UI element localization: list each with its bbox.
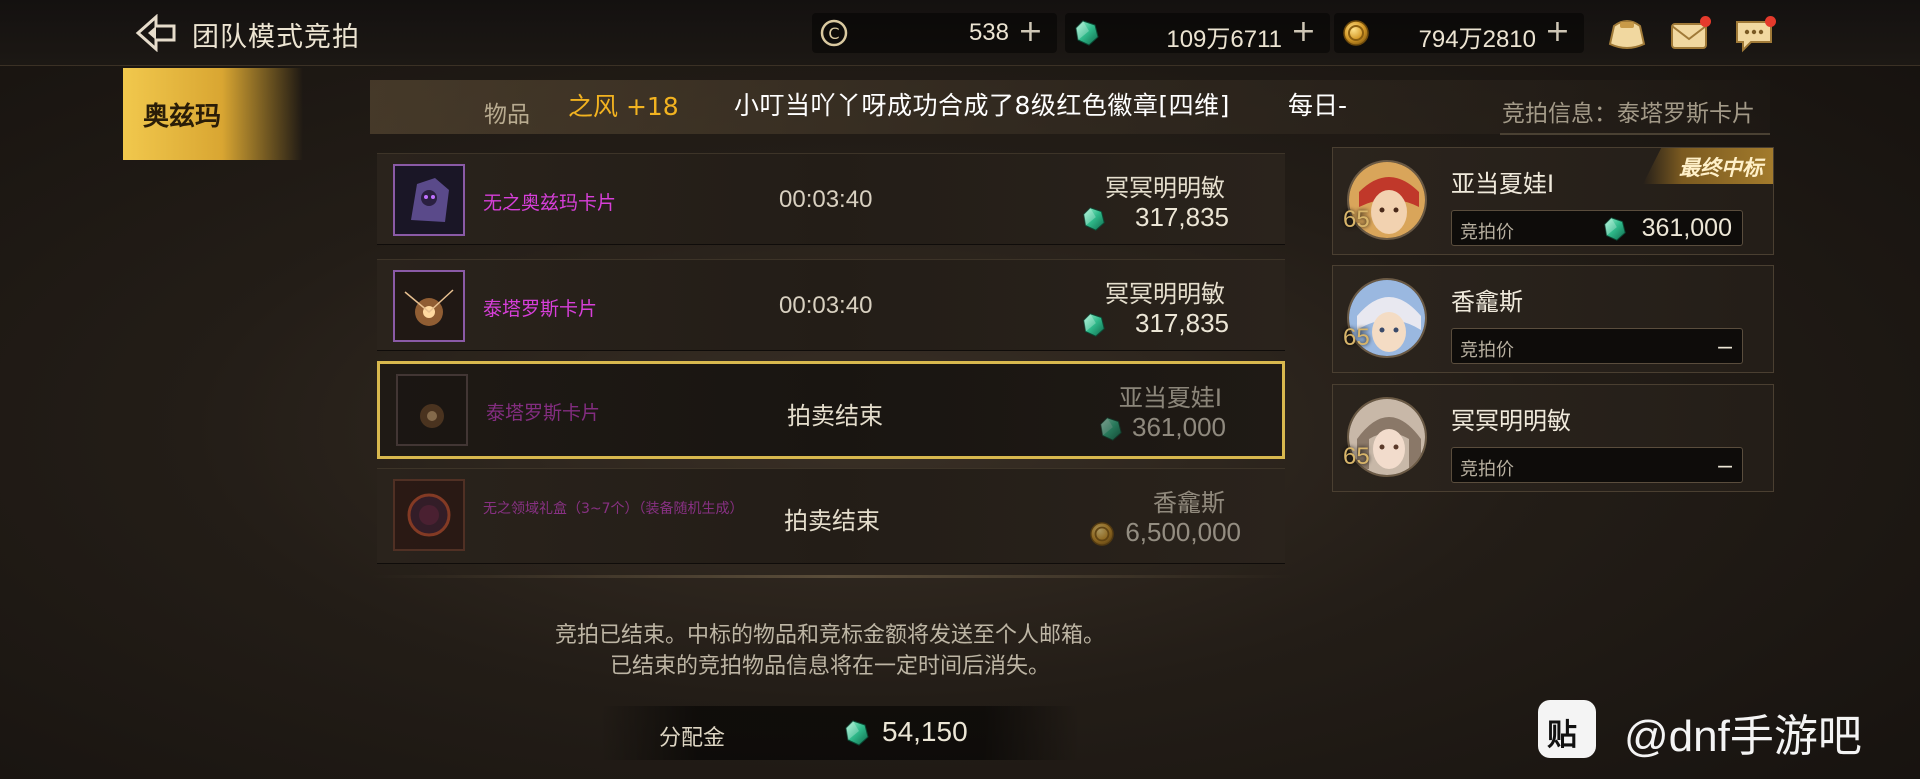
winner-name: 亚当夏娃I <box>1118 384 1222 412</box>
player-level: 65 <box>1343 443 1370 470</box>
currency-gold-value: 794万2810 <box>1418 26 1536 53</box>
tab-ozma-label: 奥兹玛 <box>143 102 222 132</box>
item-name: 泰塔罗斯卡片 <box>486 402 601 424</box>
currency-c-counter: C 538 + <box>812 13 1057 53</box>
green-gem-icon <box>1602 216 1628 242</box>
watermark-text: @dnf手游吧 <box>1624 712 1862 761</box>
item-thumbnail <box>393 270 465 342</box>
mail-notification-dot <box>1700 16 1711 27</box>
item-name: 无之领域礼盒（3~7个）（装备随机生成） <box>483 501 744 517</box>
item-name: 泰塔罗斯卡片 <box>483 298 598 320</box>
green-gem-icon <box>1098 416 1124 442</box>
top-bar: 团队模式竞拍 C 538 + 109万6711 + 794万2810 + <box>0 0 1920 66</box>
green-gem-icon <box>1073 19 1101 47</box>
player-name: 亚当夏娃I <box>1451 170 1555 198</box>
currency-gem-value: 109万6711 <box>1166 26 1282 53</box>
current-price: 317,835 <box>1135 202 1229 232</box>
bidder-card: 65 香龕斯 竞拍价 – <box>1332 265 1774 373</box>
header-divider <box>1500 133 1770 135</box>
item-thumbnail <box>393 479 465 551</box>
notice-line-2: 已结束的竞拍物品信息将在一定时间后消失。 <box>609 654 1050 679</box>
bid-price-box: 竞拍价 361,000 <box>1451 210 1743 246</box>
list-divider <box>372 575 1292 578</box>
bidder-card: 65 冥冥明明敏 竞拍价 – <box>1332 384 1774 492</box>
auction-row[interactable]: 无之领域礼盒（3~7个）（装备随机生成） 拍卖结束 香龕斯 6,500,000 <box>377 468 1285 564</box>
bid-price-value: – <box>1718 332 1732 360</box>
tab-ozma[interactable]: 奥兹玛 <box>123 68 303 160</box>
top-bidder-name: 冥冥明明敏 <box>1105 174 1225 202</box>
column-item-label: 物品 <box>484 102 530 128</box>
wallet-icon[interactable] <box>1606 14 1648 54</box>
allocation-label: 分配金 <box>659 726 726 751</box>
add-gem-button[interactable]: + <box>1291 14 1316 49</box>
player-level: 65 <box>1343 206 1370 233</box>
final-price: 6,500,000 <box>1125 517 1241 547</box>
bid-price-label: 竞拍价 <box>1460 340 1514 361</box>
countdown-timer: 00:03:40 <box>779 186 873 213</box>
chat-icon[interactable] <box>1733 14 1776 54</box>
broadcast-ticker-message: 小叮当吖丫呀成功合成了8级红色徽章[四维] <box>734 91 1230 120</box>
green-gem-icon <box>1081 312 1107 338</box>
player-level: 65 <box>1343 324 1370 351</box>
player-name: 香龕斯 <box>1451 288 1523 316</box>
svg-text:C: C <box>828 24 839 43</box>
item-thumbnail <box>393 164 465 236</box>
allocation-value: 54,150 <box>882 716 968 747</box>
auction-row-selected[interactable]: 泰塔罗斯卡片 拍卖结束 亚当夏娃I 361,000 <box>377 361 1285 459</box>
back-arrow-icon[interactable] <box>134 13 178 53</box>
add-currency-c-button[interactable]: + <box>1018 14 1043 49</box>
winner-name: 香龕斯 <box>1153 489 1225 517</box>
item-name: 无之奥兹玛卡片 <box>483 192 617 214</box>
broadcast-ticker-next: 每日- <box>1288 91 1348 120</box>
currency-c-value: 538 <box>968 19 1009 46</box>
auction-state: 拍卖结束 <box>787 402 883 430</box>
coin-c-icon: C <box>820 19 848 47</box>
item-thumbnail <box>396 374 468 446</box>
page-title: 团队模式竞拍 <box>192 22 360 53</box>
tieba-logo-icon: 贴 <box>1538 700 1596 758</box>
currency-gold-counter: 794万2810 + <box>1334 13 1584 53</box>
mail-icon[interactable] <box>1668 14 1711 54</box>
green-gem-icon <box>843 719 871 747</box>
allocation-bar: 分配金 54,150 <box>600 706 1080 760</box>
final-winner-label: 最终中标 <box>1679 156 1763 180</box>
player-name: 冥冥明明敏 <box>1451 407 1571 435</box>
final-price: 361,000 <box>1132 412 1226 442</box>
auction-state: 拍卖结束 <box>784 507 880 535</box>
gold-coin-icon <box>1342 19 1370 47</box>
currency-gem-counter: 109万6711 + <box>1065 13 1330 53</box>
chat-notification-dot <box>1765 16 1776 27</box>
auction-info-label: 竞拍信息：泰塔罗斯卡片 <box>1502 101 1755 127</box>
auction-ended-notice: 竞拍已结束。中标的物品和竞标金额将发送至个人邮箱。 已结束的竞拍物品信息将在一定… <box>370 620 1290 682</box>
bid-price-box: 竞拍价 – <box>1451 328 1743 364</box>
green-gem-icon <box>1081 206 1107 232</box>
auction-row[interactable]: 泰塔罗斯卡片 00:03:40 冥冥明明敏 317,835 <box>377 259 1285 351</box>
top-bidder-name: 冥冥明明敏 <box>1105 280 1225 308</box>
bid-price-value: – <box>1718 451 1732 479</box>
gold-coin-icon <box>1089 521 1115 547</box>
bid-price-label: 竞拍价 <box>1460 459 1514 480</box>
countdown-timer: 00:03:40 <box>779 292 873 319</box>
broadcast-ticker-fragment: 之风 +18 <box>568 92 679 121</box>
current-price: 317,835 <box>1135 308 1229 338</box>
bid-price-box: 竞拍价 – <box>1451 447 1743 483</box>
bid-price-label: 竞拍价 <box>1460 222 1514 243</box>
bid-price-value: 361,000 <box>1641 214 1732 242</box>
bidder-card: 65 亚当夏娃I 最终中标 竞拍价 361,000 <box>1332 147 1774 255</box>
final-winner-badge: 最终中标 <box>1643 148 1773 184</box>
add-gold-button[interactable]: + <box>1545 14 1570 49</box>
notice-line-1: 竞拍已结束。中标的物品和竞标金额将发送至个人邮箱。 <box>554 623 1105 648</box>
auction-row[interactable]: 无之奥兹玛卡片 00:03:40 冥冥明明敏 317,835 <box>377 153 1285 245</box>
tieba-logo-text: 贴 <box>1547 718 1577 753</box>
